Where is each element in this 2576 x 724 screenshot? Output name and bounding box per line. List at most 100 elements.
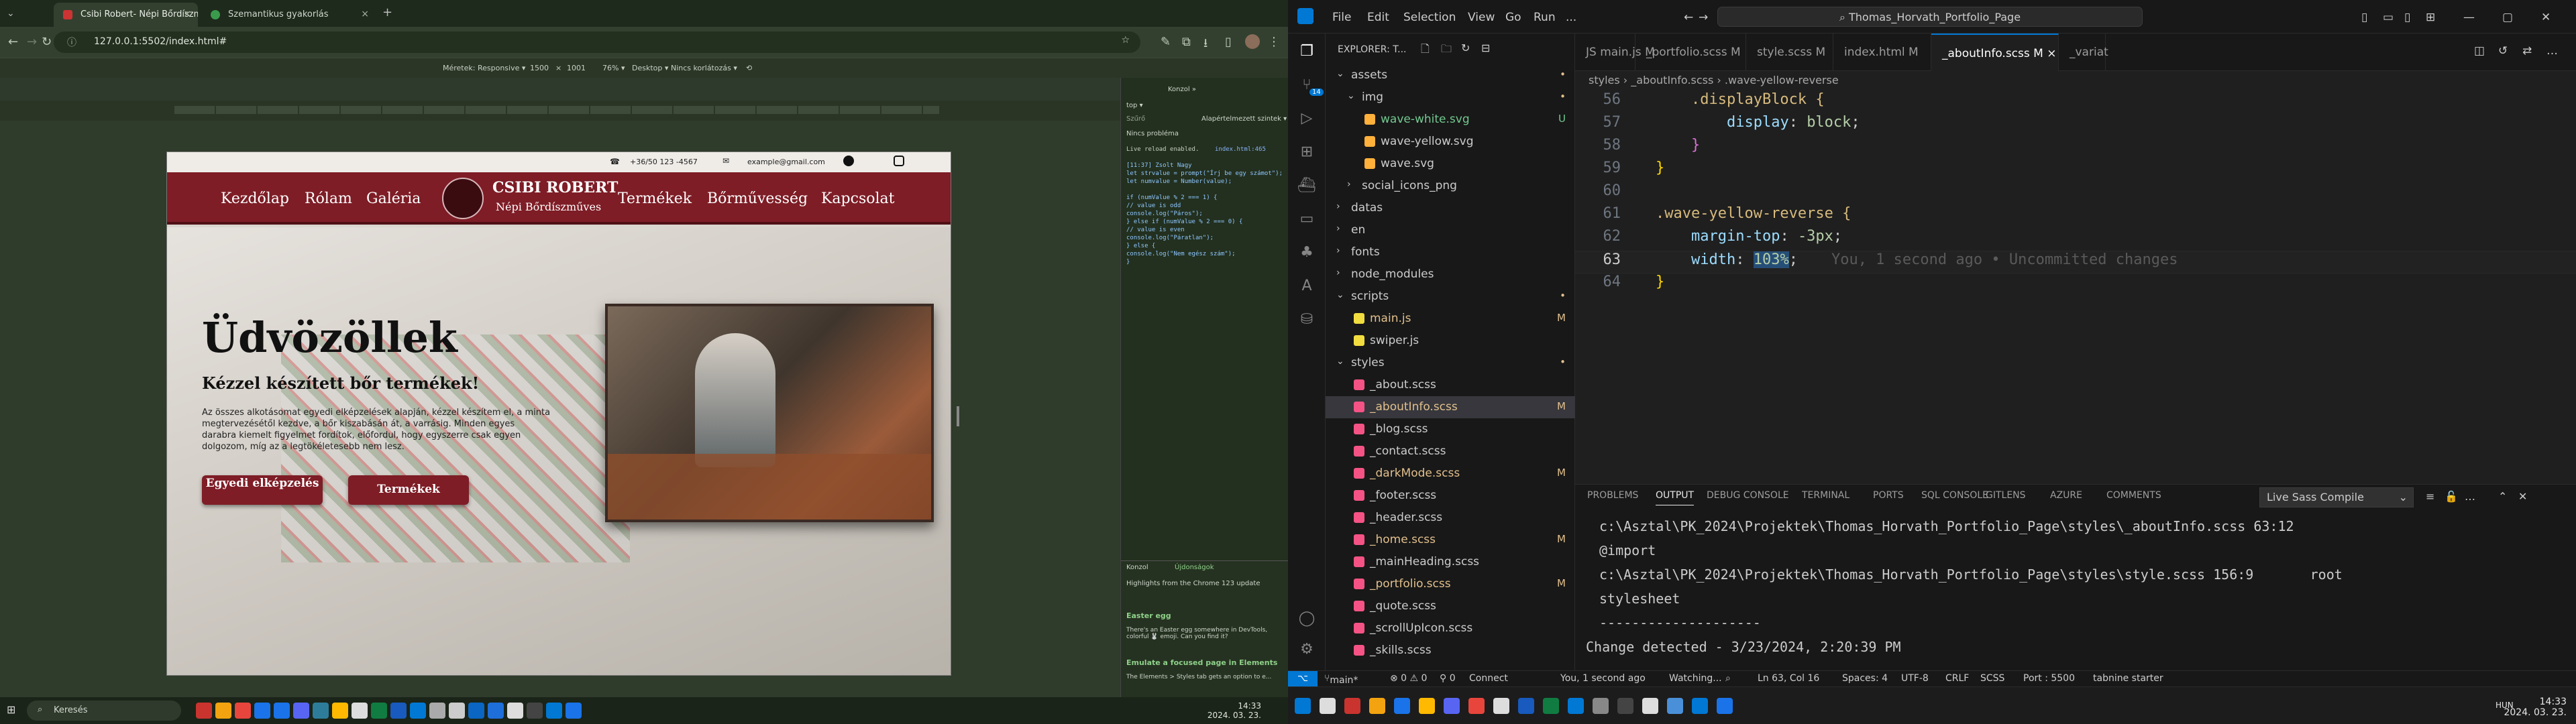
taskbar-app-icon[interactable]: [1468, 698, 1485, 714]
tree-item[interactable]: wave-white.svg U: [1326, 109, 1575, 131]
filter-list-icon[interactable]: ≡: [2426, 490, 2434, 503]
sass-watching-status[interactable]: Watching...: [1669, 673, 1722, 684]
height-input[interactable]: 1001: [567, 64, 586, 72]
taskbar-app-icon[interactable]: [468, 703, 484, 719]
taskbar-search[interactable]: ⌕ Keresés: [27, 701, 181, 721]
tree-item[interactable]: _aboutInfo.scss M: [1326, 396, 1575, 418]
toggle-panel-icon[interactable]: ▭: [2383, 11, 2394, 24]
back-icon[interactable]: ←: [1684, 11, 1693, 24]
chrome-menu-icon[interactable]: ⋮: [1268, 35, 1280, 49]
taskbar-app-icon[interactable]: [449, 703, 465, 719]
language-mode[interactable]: SCSS: [1980, 673, 2004, 684]
url-input[interactable]: ⓘ 127.0.0.1:5502/index.html# ☆: [54, 32, 1140, 53]
connect-button[interactable]: Connect: [1469, 673, 1508, 684]
taskbar-app-icon[interactable]: [1295, 698, 1311, 714]
editor-tab[interactable]: _portfolio.scss M: [1635, 34, 1746, 71]
new-file-icon[interactable]: 🗋: [1421, 42, 1430, 60]
editor-tab[interactable]: JS main.js M: [1575, 34, 1655, 71]
tree-item[interactable]: _header.scss: [1326, 507, 1575, 529]
remote-indicator[interactable]: ⌥: [1288, 671, 1318, 687]
tree-item[interactable]: _scrollUpIcon.scss: [1326, 617, 1575, 640]
minimize-icon[interactable]: —: [2463, 11, 2475, 24]
taskbar-app-icon[interactable]: [1493, 698, 1509, 714]
taskbar-app-icon[interactable]: [352, 703, 368, 719]
download-icon[interactable]: ⭳: [1203, 35, 1208, 55]
products-button[interactable]: Termékek: [348, 475, 469, 505]
run-debug-icon[interactable]: ▷: [1297, 110, 1316, 129]
taskbar-app-icon[interactable]: [196, 703, 212, 719]
taskbar-app-icon[interactable]: [1444, 698, 1460, 714]
panel-tab[interactable]: GITLENS: [1986, 490, 2026, 501]
back-icon[interactable]: ←: [8, 35, 18, 49]
taskbar-app-icon[interactable]: [1568, 698, 1584, 714]
taskbar-app-icon[interactable]: [566, 703, 582, 719]
panel-tab[interactable]: PROBLEMS: [1587, 490, 1638, 501]
tree-item[interactable]: ⌄ img •: [1326, 86, 1575, 109]
menu-run[interactable]: Run: [1534, 11, 1556, 24]
panel-tab[interactable]: DEBUG CONSOLE: [1707, 490, 1789, 501]
ports-indicator[interactable]: ⚲ 0: [1440, 673, 1456, 684]
tree-item[interactable]: _portfolio.scss M: [1326, 573, 1575, 595]
throttle-select[interactable]: Nincs korlátozás ▾: [671, 64, 737, 72]
tree-item[interactable]: _quote.scss: [1326, 595, 1575, 617]
taskbar-app-icon[interactable]: [254, 703, 270, 719]
tree-item[interactable]: _skills.scss: [1326, 640, 1575, 662]
taskbar-app-icon[interactable]: [1642, 698, 1658, 714]
issues-count[interactable]: Nincs probléma: [1126, 130, 1179, 137]
extension-icon[interactable]: ✎: [1161, 35, 1171, 49]
more-icon[interactable]: …: [2546, 44, 2558, 58]
encoding[interactable]: UTF-8: [1901, 673, 1929, 684]
taskbar-app-icon[interactable]: [1518, 698, 1534, 714]
tree-item[interactable]: › fonts: [1326, 241, 1575, 263]
nav-termekek[interactable]: Termékek: [618, 190, 692, 207]
tree-item[interactable]: › social_icons_png: [1326, 175, 1575, 197]
taskbar-app-icon[interactable]: [527, 703, 543, 719]
branch-indicator[interactable]: ⑂ main*: [1324, 673, 1358, 686]
taskbar-app-icon[interactable]: [293, 703, 309, 719]
forward-icon[interactable]: →: [27, 35, 37, 49]
tree-item[interactable]: _contact.scss: [1326, 440, 1575, 463]
sidepanel-icon[interactable]: ▯: [1225, 35, 1232, 49]
profile-avatar[interactable]: [1245, 34, 1260, 49]
site-info-icon[interactable]: ⓘ: [67, 36, 76, 49]
taskbar-app-icon[interactable]: [1419, 698, 1435, 714]
refresh-icon[interactable]: ↻: [1461, 42, 1470, 54]
lock-icon[interactable]: 🔓: [2445, 490, 2458, 503]
taskbar-app-icon[interactable]: [1369, 698, 1385, 714]
database-icon[interactable]: ⛁: [1297, 311, 1316, 330]
taskbar-app-icon[interactable]: [215, 703, 231, 719]
extensions-icon[interactable]: ⊞: [1297, 143, 1316, 162]
azure-icon[interactable]: A: [1297, 278, 1316, 296]
close-panel-icon[interactable]: ✕: [2518, 490, 2527, 503]
toggle-secondary-icon[interactable]: ▯: [2404, 11, 2410, 24]
bookmark-star-icon[interactable]: ☆: [1121, 35, 1130, 46]
panel-tab[interactable]: AZURE: [2050, 490, 2082, 501]
tabnine-status[interactable]: tabnine starter: [2093, 673, 2163, 684]
split-editor-icon[interactable]: ◫: [2474, 44, 2485, 58]
maximize-panel-icon[interactable]: ⌃: [2498, 490, 2507, 503]
layout-icon[interactable]: ⊞: [2426, 11, 2435, 24]
mongodb-icon[interactable]: ♣: [1297, 244, 1316, 263]
problems-indicator[interactable]: ⊗ 0 ⚠ 0: [1390, 673, 1427, 684]
taskbar-app-icon[interactable]: [332, 703, 348, 719]
tab-szemantikus[interactable]: Szemantikus gyakorlás ×: [201, 3, 376, 27]
emulate-title[interactable]: Emulate a focused page in Elements: [1126, 658, 1277, 667]
menu-file[interactable]: File: [1332, 11, 1351, 24]
editor-tab[interactable]: _aboutInfo.scss M ×: [1931, 34, 2059, 71]
taskbar-app-icon[interactable]: [1617, 698, 1633, 714]
menu-more[interactable]: ...: [1566, 11, 1576, 24]
remote-explorer-icon[interactable]: ▭: [1297, 210, 1316, 229]
cursor-position[interactable]: Ln 63, Col 16: [1758, 673, 1819, 684]
forward-icon[interactable]: →: [1699, 11, 1708, 24]
editor-tab[interactable]: style.scss M: [1746, 34, 1833, 71]
context-select[interactable]: top ▾: [1126, 102, 1143, 109]
tree-item[interactable]: swiper.js: [1326, 330, 1575, 352]
tree-item[interactable]: › datas: [1326, 197, 1575, 219]
taskbar-app-icon[interactable]: [488, 703, 504, 719]
command-center[interactable]: ⌕ Thomas_Horvath_Portfolio_Page: [1717, 7, 2143, 27]
taskbar-app-icon[interactable]: [1543, 698, 1559, 714]
taskbar-app-icon[interactable]: [1320, 698, 1336, 714]
tree-item[interactable]: _footer.scss: [1326, 485, 1575, 507]
more-actions-icon[interactable]: …: [2465, 490, 2475, 503]
puzzle-icon[interactable]: ⧉: [1182, 35, 1191, 49]
